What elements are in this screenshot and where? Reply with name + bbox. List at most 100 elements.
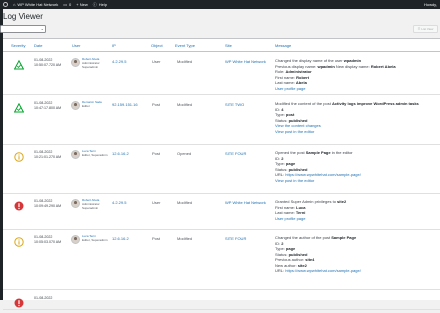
message-text: Type: — [275, 161, 286, 166]
message-value: published — [288, 166, 308, 172]
user-info: Robert Abela Administrator Superadmin — [82, 57, 100, 69]
message-value: Abela — [295, 80, 307, 85]
chevron-down-icon: ⌄ — [40, 26, 44, 31]
column-header-ip[interactable]: IP — [112, 43, 116, 48]
message-text: First name: — [275, 204, 297, 210]
event-message: Changed the author of the post Sample Pa… — [275, 235, 361, 274]
event-message: Modified the content of the post Activit… — [275, 101, 419, 134]
message-text: New display name: — [334, 63, 371, 69]
column-header-date[interactable]: Date — [34, 43, 42, 48]
event-message: Granted Super Admin privileges to site2 F… — [275, 199, 346, 221]
message-link[interactable]: https://www.wpwhitehat.com/sample-page/ — [285, 268, 361, 273]
message-value: Robert Abela — [370, 63, 396, 69]
ip-address-link[interactable]: 4.2.29.5 — [112, 200, 126, 205]
message-text: Previous display name: — [275, 63, 318, 69]
message-line: Opened the post Sample Page in the edito… — [275, 150, 361, 156]
message-text: URL: — [275, 172, 286, 177]
event-type: Modified — [177, 200, 193, 205]
site-link[interactable]: SITE FOUR — [225, 151, 246, 156]
severity-info-icon — [14, 149, 24, 162]
event-date: 01-08-2022 10:50:07.720 AM — [34, 58, 61, 68]
message-value: published — [288, 117, 308, 123]
message-value: page — [285, 246, 296, 251]
message-link[interactable]: View post in the editor — [275, 178, 314, 183]
message-text: Changed the display name of the user — [275, 58, 344, 63]
event-date-time: 10:50:07.720 AM — [34, 63, 62, 67]
message-link[interactable]: https://www.wpwhitehat.com/sample-page/ — [285, 172, 361, 177]
user-role: Editor, Superadmin — [82, 237, 108, 242]
message-value: site2 — [337, 199, 347, 204]
message-text: Modified the content of the post — [275, 101, 332, 106]
user-info: Luca Terni Editor, Superadmin — [82, 234, 108, 243]
message-text: Granted Super Admin privileges to — [275, 199, 338, 204]
message-line: Changed the author of the post Sample Pa… — [275, 235, 361, 241]
message-value: published — [288, 251, 308, 257]
message-value: Robert — [296, 74, 310, 80]
user-info: Demarcn Sade Editor — [82, 100, 102, 109]
table-row: 01-08-2022 10:50:07.720 AM Robert Abela Adm… — [3, 53, 440, 95]
ip-address-link[interactable]: 12.6.16.2 — [112, 151, 129, 156]
message-value: site2 — [297, 262, 307, 268]
admin-bar: ⌂ WP White Hat Network ▭ 0 + New ⓘ Help How… — [0, 0, 440, 9]
message-value: 2 — [281, 240, 284, 246]
list-view-button[interactable]: ☰ List View — [413, 25, 438, 33]
message-text: Last name: — [275, 80, 296, 85]
wordpress-logo-icon[interactable] — [3, 2, 8, 7]
message-text: First name: — [275, 74, 297, 80]
message-value: post — [285, 112, 295, 117]
object-type: Post — [152, 151, 161, 156]
severity-success-icon — [13, 100, 25, 113]
user-info: Luca Terni Editor, Superadmin — [82, 149, 108, 158]
column-header-message[interactable]: Message — [275, 43, 291, 48]
event-type: Modified — [177, 102, 193, 107]
severity-critical-icon — [14, 198, 24, 211]
severity-success-icon — [13, 57, 25, 70]
admin-bar-site-name[interactable]: ⌂ WP White Hat Network — [13, 2, 58, 7]
site-link[interactable]: WP White Hat Network — [225, 200, 266, 205]
column-header-user[interactable]: User — [72, 43, 80, 48]
message-line: View post in the editor — [275, 178, 361, 184]
event-date: 01-08-2022 10:05:03.070 AM — [34, 235, 61, 245]
event-date-time: 10:21:01.270 AM — [34, 155, 62, 159]
user-role-secondary: Superadmin — [82, 64, 99, 69]
table-row: 01-08-2022 10:05:03.070 AM Luca Terni Edito… — [3, 230, 440, 290]
admin-bar-howdy[interactable]: Howdy, — [424, 2, 437, 7]
avatar — [71, 58, 80, 67]
message-value: 4 — [281, 106, 284, 112]
home-icon: ⌂ — [13, 2, 16, 7]
admin-bar-updates[interactable]: ▭ 0 — [63, 2, 71, 7]
column-header-event-type[interactable]: Event Type — [175, 43, 195, 48]
object-type: Post — [152, 102, 161, 107]
site-link[interactable]: SITE TWO — [225, 102, 244, 107]
message-link[interactable]: User profile page — [275, 86, 305, 91]
message-value: 2 — [281, 155, 284, 161]
message-value: Administrator — [285, 69, 312, 74]
severity-info-icon — [14, 234, 24, 247]
ip-address-link[interactable]: 4.2.29.5 — [112, 59, 126, 64]
ip-address-link[interactable]: 12.6.16.2 — [112, 236, 129, 241]
event-date: 01-08-2022 10:47:17.800 AM — [34, 101, 61, 111]
message-text: Status: — [275, 117, 289, 123]
site-link[interactable]: WP White Hat Network — [225, 59, 266, 64]
message-value: Luca — [296, 204, 306, 210]
list-icon: ☰ — [417, 27, 421, 31]
admin-bar-new[interactable]: + New — [76, 2, 87, 7]
event-date-time: 10:47:17.800 AM — [34, 106, 62, 110]
event-message: Opened the post Sample Page in the edito… — [275, 150, 361, 183]
event-date: 01-08-2022 10:21:01.270 AM — [34, 150, 61, 160]
message-link[interactable]: View the content changes — [275, 123, 321, 128]
object-type: User — [152, 200, 161, 205]
event-date-time: 10:05:03.070 AM — [34, 240, 62, 244]
avatar — [71, 235, 80, 244]
column-header-severity[interactable]: Severity — [11, 43, 25, 48]
message-value: wpadmin — [343, 58, 362, 63]
bulk-actions-select[interactable]: ⌄ — [0, 25, 46, 33]
admin-bar-help[interactable]: ⓘ Help — [93, 2, 107, 8]
message-link[interactable]: User profile page — [275, 216, 305, 221]
site-link[interactable]: SITE FOUR — [225, 236, 246, 241]
message-link[interactable]: View post in the editor — [275, 129, 314, 134]
column-header-site[interactable]: Site — [225, 43, 232, 48]
column-header-object[interactable]: Object — [151, 43, 163, 48]
ip-address-link[interactable]: 92.159.151.16 — [112, 102, 138, 107]
help-icon: ⓘ — [92, 1, 97, 7]
